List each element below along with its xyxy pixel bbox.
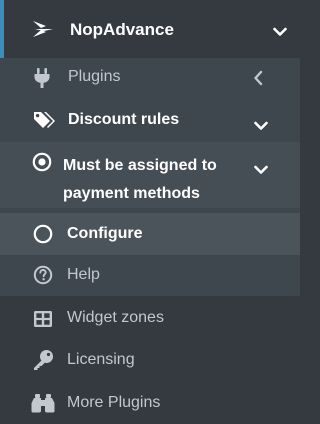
menu-item-label: Discount rules — [68, 111, 180, 128]
menu-item-help[interactable]: Help — [0, 255, 300, 296]
menu-item-label: Plugins — [68, 68, 121, 85]
menu-item-nopadvance[interactable]: NopAdvance — [0, 0, 300, 58]
th-large-icon — [33, 310, 53, 328]
chevron-down-icon — [273, 24, 287, 42]
menu-item-label: Widget zones — [67, 309, 164, 326]
menu-item-label: More Plugins — [67, 394, 161, 411]
active-accent-bar — [0, 0, 4, 58]
menu-item-label: Help — [67, 266, 100, 283]
circle-icon — [33, 224, 53, 244]
menu-item-label: Configure — [67, 225, 143, 242]
chevron-down-icon — [254, 162, 268, 180]
menu-item-label: Licensing — [67, 351, 135, 368]
menu-item-label: Must be assigned to payment methods — [63, 157, 217, 202]
key-icon — [31, 349, 55, 371]
plug-icon — [33, 67, 51, 89]
menu-item-discount-rules[interactable]: Discount rules — [0, 100, 300, 142]
menu-item-widget-zones[interactable]: Widget zones — [0, 298, 300, 340]
tags-icon — [33, 110, 57, 130]
menu-item-label: NopAdvance — [70, 20, 174, 39]
chevron-down-icon — [254, 118, 268, 136]
menu-item-more-plugins[interactable]: More Plugins — [0, 382, 300, 424]
menu-item-configure[interactable]: Configure — [0, 213, 300, 255]
chevron-left-icon — [253, 70, 263, 91]
question-circle-icon — [33, 265, 53, 285]
nopadvance-logo-icon — [32, 20, 54, 38]
binoculars-icon — [31, 393, 55, 413]
menu-item-plugins[interactable]: Plugins — [0, 58, 300, 100]
menu-item-must-be-assigned[interactable]: Must be assigned to payment methods — [0, 142, 300, 208]
menu-item-licensing[interactable]: Licensing — [0, 340, 300, 382]
sidebar-menu: NopAdvance Plugins Discount rules Must b… — [0, 0, 300, 424]
dot-circle-icon — [32, 152, 52, 172]
